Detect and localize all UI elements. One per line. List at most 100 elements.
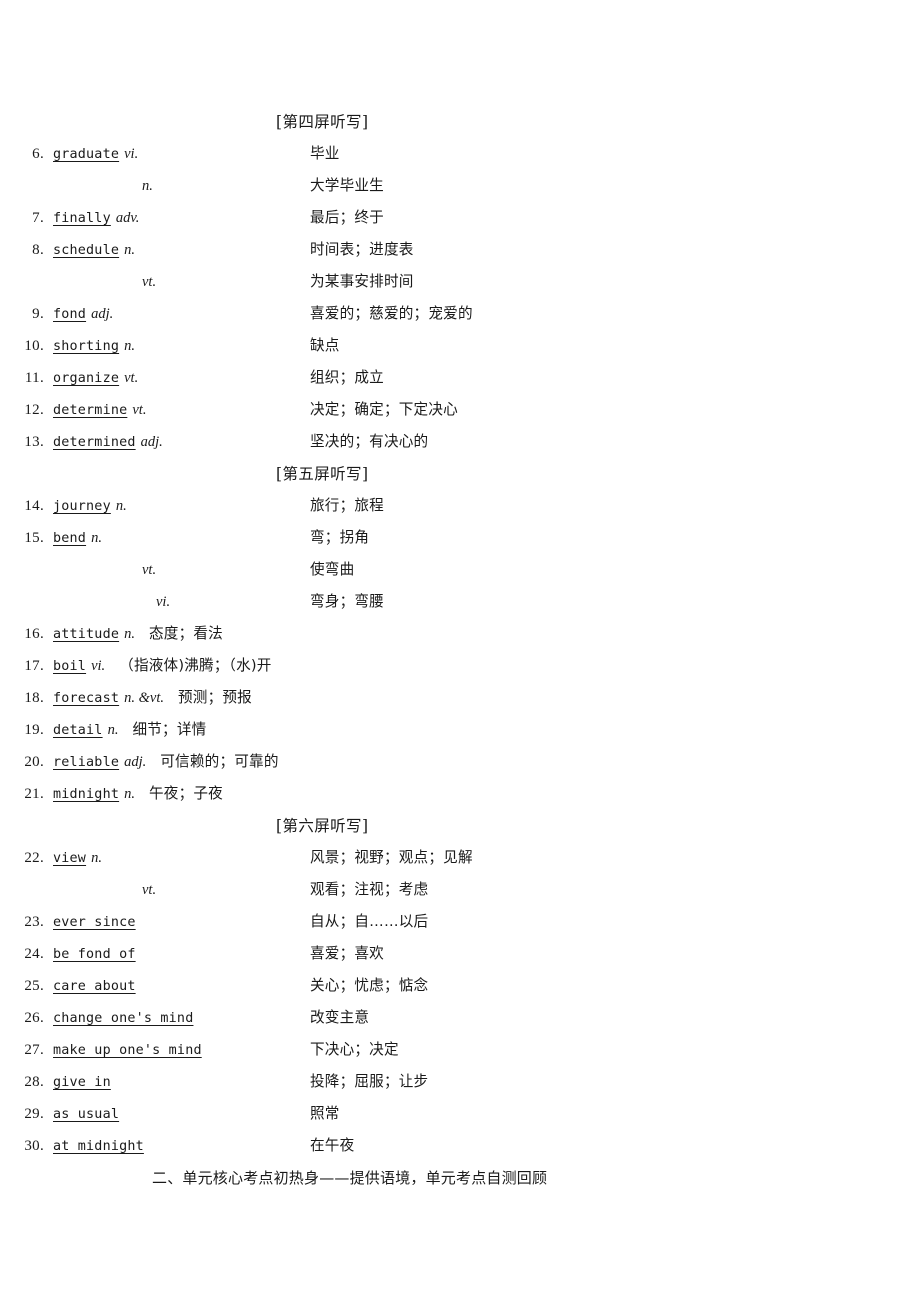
entry-part-of-speech: vt. <box>124 370 139 386</box>
entry-number: 12. <box>24 402 44 418</box>
entry-number: 23. <box>24 914 44 930</box>
entry-word: shorting <box>53 339 120 354</box>
entry-word: reliable <box>53 755 120 770</box>
entry-term-cell: view n. <box>44 842 310 875</box>
entry-part-of-speech: n. &vt. <box>124 690 164 706</box>
entry-definition-chinese: 自从；自……以后 <box>310 913 429 930</box>
screen-section-header: [第五屏听写] <box>276 465 369 483</box>
content-body: [第四屏听写] 6. graduate vi. 毕业 n. 大学毕业生 7. finally ad… <box>0 106 920 1194</box>
entry-definition-chinese: 缺点 <box>310 337 340 354</box>
entry-part-of-speech: n. <box>91 850 102 866</box>
entry-term-cell: be fond of <box>44 938 310 971</box>
entry-term-cell: reliable adj. <box>44 746 160 779</box>
vocabulary-row: 29. as usual 照常 <box>0 1098 920 1130</box>
entry-term-cell: as usual <box>44 1098 310 1131</box>
entry-term-cell: fond adj. <box>44 298 310 331</box>
entry-number: 13. <box>24 434 44 450</box>
entry-number: 9. <box>32 306 44 322</box>
vocabulary-row: 12. determine vt. 决定；确定；下定决心 <box>0 394 920 426</box>
entry-definition-chinese: 预测；预报 <box>177 689 252 706</box>
vocabulary-row: 19. detail n. 细节；详情 <box>0 714 920 746</box>
entry-part-of-speech: vt. <box>142 882 157 898</box>
vocabulary-row: 18. forecast n. &vt. 预测；预报 <box>0 682 920 714</box>
entry-number: 7. <box>32 210 44 226</box>
entry-part-of-speech: n. <box>115 498 127 514</box>
entry-definition-chinese: 坚决的；有决心的 <box>310 433 429 450</box>
entry-term-cell: forecast n. &vt. <box>44 682 178 715</box>
entry-term-cell: journey n. <box>44 490 310 523</box>
entry-word: bend <box>53 531 87 546</box>
entry-word: care about <box>53 979 136 994</box>
entry-word: schedule <box>53 243 120 258</box>
entry-word: determined <box>53 435 136 450</box>
vocabulary-row: vi. 弯身；弯腰 <box>0 586 920 618</box>
entry-part-of-speech: adj. <box>91 306 114 322</box>
entry-definition-chinese: 喜爱的；慈爱的；宠爱的 <box>310 305 473 322</box>
entry-term-cell: attitude n. <box>44 618 149 651</box>
entry-definition-chinese: 为某事安排时间 <box>310 273 414 290</box>
vocabulary-row: 14. journey n. 旅行；旅程 <box>0 490 920 522</box>
entry-number: 17. <box>24 658 44 674</box>
vocabulary-row: 13. determined adj. 坚决的；有决心的 <box>0 426 920 458</box>
entry-definition-chinese: 态度；看法 <box>148 625 223 642</box>
entry-term-cell: determined adj. <box>44 426 310 459</box>
entry-part-of-speech: adj. <box>140 434 163 450</box>
entry-part-of-speech: vi. <box>156 594 171 610</box>
entry-part-of-speech: vi. <box>124 146 139 162</box>
entry-term-cell: give in <box>44 1066 310 1099</box>
entry-number: 15. <box>24 530 44 546</box>
entry-number: 27. <box>24 1042 44 1058</box>
entry-definition-chinese: 细节；详情 <box>132 721 207 738</box>
entry-part-of-speech: vt. <box>132 402 147 418</box>
document-page: [第四屏听写] 6. graduate vi. 毕业 n. 大学毕业生 7. finally ad… <box>0 0 920 1302</box>
entry-part-of-speech: vt. <box>142 274 157 290</box>
entry-word: change one's mind <box>53 1011 194 1026</box>
entry-definition-chinese: 旅行；旅程 <box>310 497 384 514</box>
entry-definition-chinese: 弯身；弯腰 <box>310 593 384 610</box>
entry-number: 30. <box>24 1138 44 1154</box>
vocabulary-row: 22. view n. 风景；视野；观点；见解 <box>0 842 920 874</box>
entry-part-of-speech: n. <box>91 530 102 546</box>
entry-definition-chinese: 弯；拐角 <box>310 529 370 546</box>
entry-word: at midnight <box>53 1139 144 1154</box>
footer-section-heading: 二、单元核心考点初热身——提供语境，单元考点自测回顾 <box>152 1169 548 1187</box>
entry-definition-chinese: 观看；注视；考虑 <box>310 881 429 898</box>
entry-part-of-speech: n. <box>124 626 135 642</box>
entry-number: 22. <box>24 850 44 866</box>
entry-word: make up one's mind <box>53 1043 202 1058</box>
entry-number: 16. <box>24 626 44 642</box>
vocabulary-row: 27. make up one's mind 下决心；决定 <box>0 1034 920 1066</box>
entry-definition-chinese: 决定；确定；下定决心 <box>310 401 458 418</box>
entry-word: determine <box>53 403 128 418</box>
entry-part-of-speech: adj. <box>124 754 147 770</box>
entry-number: 14. <box>24 498 44 514</box>
entry-term-cell: ever since <box>44 906 310 939</box>
entry-word: fond <box>53 307 87 322</box>
entry-term-cell: detail n. <box>44 714 132 747</box>
entry-definition-chinese: 大学毕业生 <box>310 177 384 194</box>
entry-term-cell: boil vi. <box>44 650 119 683</box>
screen-section-header: [第四屏听写] <box>276 113 369 131</box>
vocabulary-row: 21. midnight n. 午夜；子夜 <box>0 778 920 810</box>
entry-term-cell: organize vt. <box>44 362 310 395</box>
entry-term-cell: midnight n. <box>44 778 149 811</box>
entry-word: ever since <box>53 915 136 930</box>
entry-number: 21. <box>24 786 44 802</box>
entry-number: 11. <box>24 370 44 386</box>
vocabulary-row: 30. at midnight 在午夜 <box>0 1130 920 1162</box>
entry-term-cell: change one's mind <box>44 1002 310 1035</box>
vocabulary-row: 23. ever since 自从；自……以后 <box>0 906 920 938</box>
entry-number: 20. <box>24 754 44 770</box>
entry-word: forecast <box>53 691 120 706</box>
entry-part-of-speech: n. <box>124 786 135 802</box>
vocabulary-row: 8. schedule n. 时间表；进度表 <box>0 234 920 266</box>
entry-part-of-speech: n. <box>142 178 153 194</box>
entry-term-cell: n. <box>44 170 310 202</box>
entry-term-cell: vt. <box>44 266 310 298</box>
entry-definition-chinese: 时间表；进度表 <box>310 241 414 258</box>
entry-term-cell: bend n. <box>44 522 310 555</box>
vocabulary-row: n. 大学毕业生 <box>0 170 920 202</box>
entry-part-of-speech: adv. <box>115 210 140 226</box>
entry-number: 24. <box>24 946 44 962</box>
entry-term-cell: graduate vi. <box>44 138 310 171</box>
